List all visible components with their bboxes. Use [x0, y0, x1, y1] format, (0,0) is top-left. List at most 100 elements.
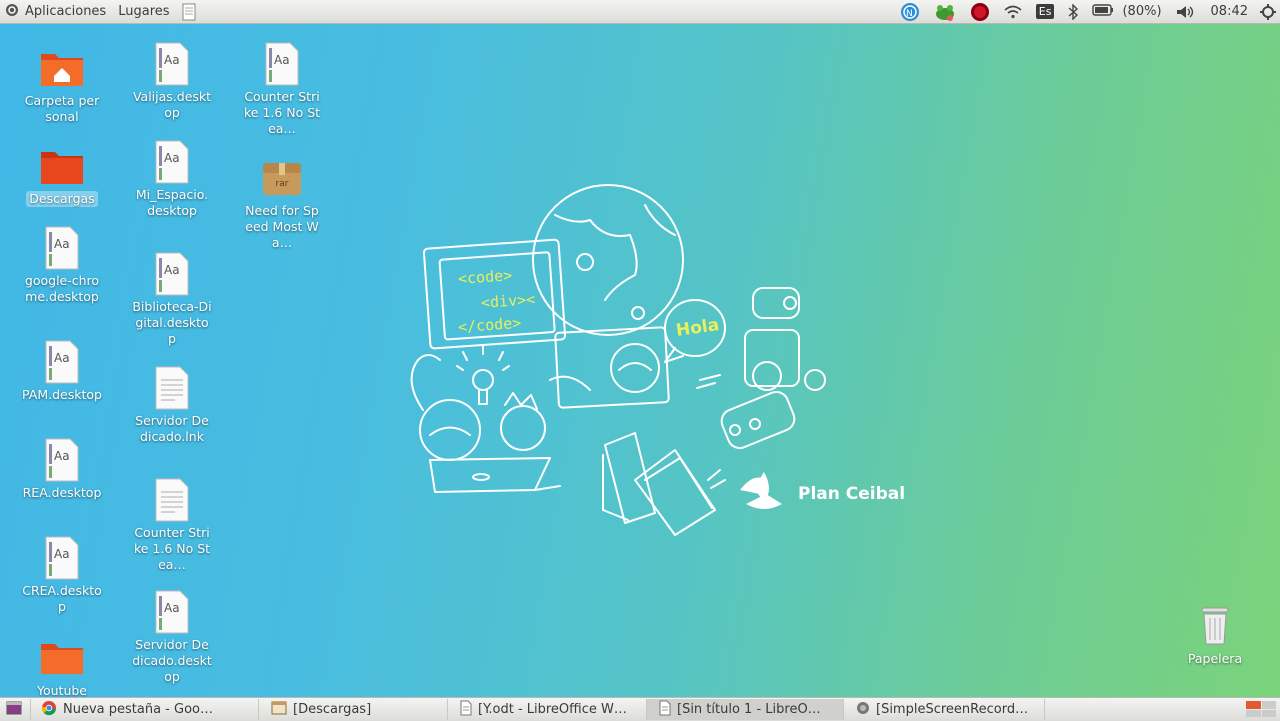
archive-icon: rar: [258, 154, 306, 202]
desktop-icon-need-for-speed[interactable]: rar Need for Speed Most Wa…: [242, 154, 322, 251]
svg-text:Aa: Aa: [164, 151, 180, 165]
file-manager-icon: [271, 701, 287, 719]
document-icon: Aa: [148, 138, 196, 186]
icon-label: Carpeta personal: [24, 93, 100, 124]
folder-icon: [38, 142, 86, 190]
workspace-switcher-icon[interactable]: [1246, 701, 1276, 717]
power-icon[interactable]: [1258, 0, 1280, 23]
desktop-icon-google-chrome[interactable]: Aa google-chrome.desktop: [22, 224, 102, 305]
taskbar-item-chrome[interactable]: Nueva pestaña - Goo…: [31, 699, 259, 720]
svg-text:N: N: [906, 9, 913, 19]
svg-text:Aa: Aa: [54, 547, 70, 561]
trash-icon: [1191, 602, 1239, 650]
places-menu[interactable]: Lugares: [112, 0, 175, 23]
icon-label: google-chrome.desktop: [24, 273, 100, 304]
code-open-text: <code>: [457, 266, 513, 288]
icon-label: Biblioteca-Digital.desktop: [132, 299, 212, 346]
frog-icon[interactable]: [927, 0, 963, 23]
applications-menu[interactable]: Aplicaciones: [0, 0, 112, 23]
icon-label: Valijas.desktop: [132, 89, 212, 120]
icon-label: Need for Speed Most Wa…: [245, 203, 319, 250]
taskbar-item-descargas[interactable]: [Descargas]: [259, 699, 448, 720]
ubuntu-logo-icon: [5, 3, 19, 21]
text-file-icon: [148, 364, 196, 412]
desktop-icon-servidor-dedicado-desktop[interactable]: Aa Servidor Dedicado.desktop: [132, 588, 212, 685]
battery-icon: [1092, 3, 1114, 20]
document-icon: Aa: [258, 40, 306, 88]
svg-text:Aa: Aa: [164, 53, 180, 67]
desktop-icon-papelera[interactable]: Papelera: [1175, 602, 1255, 667]
chrome-icon: [41, 700, 57, 720]
icon-label: REA.desktop: [22, 485, 102, 500]
desktop-icon-counter-strike-2[interactable]: Counter Strike 1.6 No Stea…: [132, 476, 212, 573]
desktop-icon-descargas[interactable]: Descargas: [22, 142, 102, 207]
keyboard-layout-indicator[interactable]: Es: [1029, 0, 1062, 23]
taskbar-item-label: [Y.odt - LibreOffice W…: [478, 702, 627, 717]
plan-ceibal-brand: Plan Ceibal: [798, 484, 906, 504]
desktop-icon-rea[interactable]: Aa REA.desktop: [22, 436, 102, 501]
icon-label: Servidor Dedicado.desktop: [132, 637, 212, 684]
document-icon: [659, 700, 671, 720]
text-file-icon: [148, 476, 196, 524]
svg-text:Aa: Aa: [164, 263, 180, 277]
taskbar-item-label: Nueva pestaña - Goo…: [63, 702, 213, 717]
svg-text:Aa: Aa: [54, 449, 70, 463]
icon-label: Counter Strike 1.6 No Stea…: [133, 525, 211, 572]
folder-icon: [38, 634, 86, 682]
network-indicator-icon[interactable]: N: [893, 0, 927, 23]
taskbar-item-label: [SimpleScreenRecord…: [876, 702, 1029, 717]
icon-label: Descargas: [26, 191, 98, 207]
document-icon: [460, 700, 472, 720]
show-desktop-button[interactable]: [0, 699, 31, 720]
desktop-icon-carpeta-personal[interactable]: Carpeta personal: [22, 44, 102, 125]
svg-text:Aa: Aa: [54, 237, 70, 251]
document-icon: Aa: [38, 534, 86, 582]
desktop[interactable]: <code> <div>< </code> Hola Plan Ceibal C…: [0, 0, 1280, 720]
svg-text:Aa: Aa: [274, 53, 290, 67]
archive-badge: rar: [275, 179, 289, 189]
desktop-icon-servidor-dedicado-lnk[interactable]: Servidor Dedicado.lnk: [132, 364, 212, 445]
desktop-icon-biblioteca-digital[interactable]: Aa Biblioteca-Digital.desktop: [132, 250, 212, 347]
taskbar-item-label: [Descargas]: [293, 702, 372, 717]
taskbar-item-writer[interactable]: [Y.odt - LibreOffice W…: [448, 699, 647, 720]
volume-icon[interactable]: [1169, 0, 1201, 23]
show-desktop-icon: [6, 701, 22, 719]
desktop-icon-counter-strike-1[interactable]: Aa Counter Strike 1.6 No Stea…: [242, 40, 322, 137]
desktop-icon-youtube[interactable]: Youtube: [22, 634, 102, 699]
document-icon: Aa: [148, 250, 196, 298]
icon-label: Counter Strike 1.6 No Stea…: [243, 89, 321, 136]
icon-label: Servidor Dedicado.lnk: [135, 413, 209, 444]
record-icon[interactable]: [963, 0, 997, 23]
battery-percentage: (80%): [1122, 4, 1162, 19]
icon-label: Mi_Espacio.desktop: [135, 187, 209, 218]
bottom-panel: Nueva pestaña - Goo… [Descargas] [Y.odt …: [0, 697, 1280, 721]
bluetooth-icon[interactable]: [1061, 0, 1085, 23]
applications-menu-label: Aplicaciones: [25, 4, 107, 19]
taskbar-item-libreoffice[interactable]: [Sin título 1 - LibreO…: [647, 699, 844, 720]
web-icon: [856, 701, 870, 719]
desktop-icon-pam[interactable]: Aa PAM.desktop: [22, 338, 102, 403]
taskbar-item-label: [Sin título 1 - LibreO…: [677, 702, 821, 717]
document-icon: Aa: [148, 40, 196, 88]
home-folder-icon: [38, 44, 86, 92]
desktop-icon-crea[interactable]: Aa CREA.desktop: [22, 534, 102, 615]
document-icon: Aa: [38, 436, 86, 484]
svg-text:Aa: Aa: [54, 351, 70, 365]
icon-label: CREA.desktop: [22, 583, 102, 614]
taskbar-item-screen-recorder[interactable]: [SimpleScreenRecord…: [844, 699, 1045, 720]
notes-icon[interactable]: [176, 0, 202, 23]
document-icon: Aa: [148, 588, 196, 636]
code-div-text: <div><: [480, 290, 536, 312]
svg-text:Aa: Aa: [164, 601, 180, 615]
document-icon: Aa: [38, 338, 86, 386]
desktop-icon-valijas[interactable]: Aa Valijas.desktop: [132, 40, 212, 121]
clock[interactable]: 08:42: [1201, 0, 1258, 23]
wifi-icon[interactable]: [997, 0, 1029, 23]
battery-indicator[interactable]: (80%): [1085, 0, 1168, 23]
icon-label: Papelera: [1187, 651, 1243, 666]
keyboard-layout-label: Es: [1035, 4, 1055, 19]
document-icon: Aa: [38, 224, 86, 272]
icon-label: PAM.desktop: [22, 387, 102, 402]
top-panel: Aplicaciones Lugares N Es (80%) 08:42: [0, 0, 1280, 24]
desktop-icon-mi-espacio[interactable]: Aa Mi_Espacio.desktop: [132, 138, 212, 219]
